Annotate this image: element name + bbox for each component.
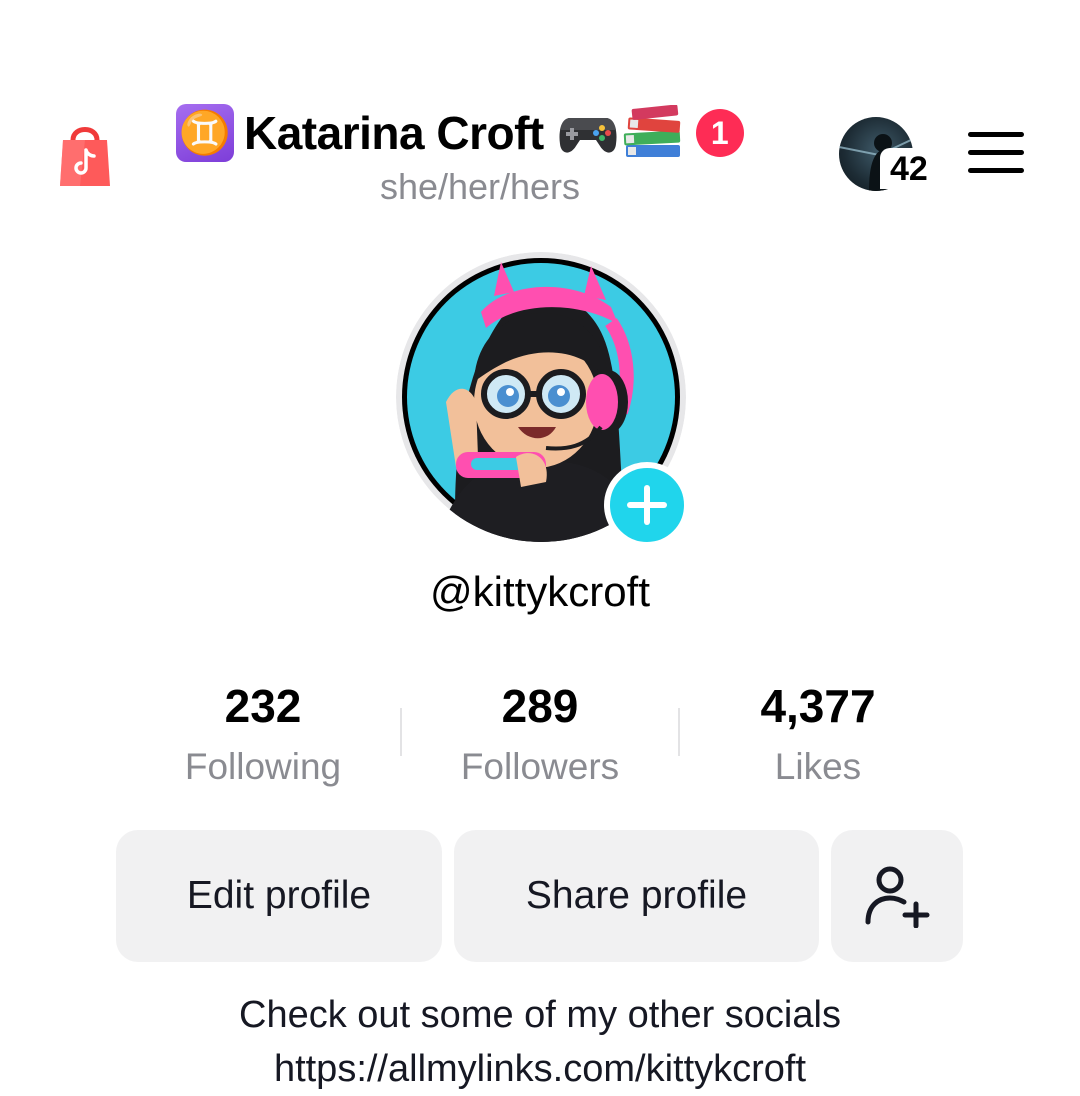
add-friends-button[interactable] [831,830,963,962]
add-profile-photo-button[interactable] [604,462,690,548]
gemini-zodiac-icon: ♊ [176,104,234,162]
profile-bio: Check out some of my other socials https… [40,988,1040,1096]
username: @kittykcroft [430,568,650,615]
books-icon [623,105,680,157]
followers-label: Followers [460,746,620,787]
add-person-icon [865,866,930,928]
menu-hamburger-icon[interactable] [966,130,1026,176]
game-controller-icon [559,118,617,153]
bio-link[interactable]: https://allmylinks.com/kittykcroft [40,1042,1040,1096]
pronouns: she/her/hers [379,166,581,207]
stat-likes[interactable]: 4,377 Likes [688,678,948,790]
profile-title-row: ♊ Katarina Croft 1 [176,103,744,163]
following-label: Following [184,746,342,787]
plus-icon [627,485,667,525]
stat-following[interactable]: 232 Following [133,678,393,790]
bio-text: Check out some of my other socials [239,994,841,1036]
stat-divider [400,708,402,756]
display-name: Katarina Croft [244,107,544,159]
tiktok-shop-bag-icon[interactable] [58,118,112,190]
following-count: 232 [224,680,302,732]
edit-profile-button[interactable]: Edit profile [116,830,442,962]
followers-count: 289 [501,680,579,732]
account-count-badge: 42 [880,148,932,189]
likes-label: Likes [774,746,862,787]
likes-count: 4,377 [760,680,876,732]
stat-divider [678,708,680,756]
stat-followers[interactable]: 289 Followers [410,678,670,790]
notification-badge[interactable]: 1 [695,109,744,157]
share-profile-button[interactable]: Share profile [454,830,819,962]
